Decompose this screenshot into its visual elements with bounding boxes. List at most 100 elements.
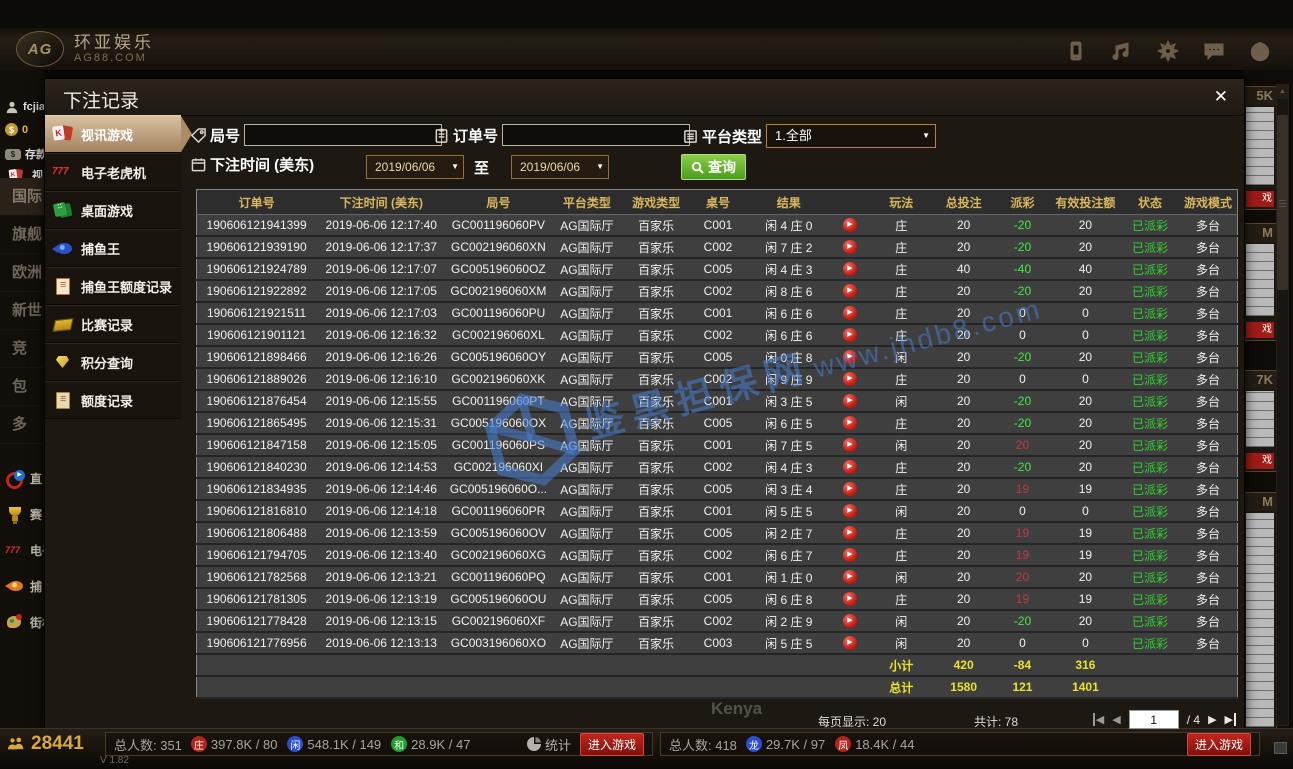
lobby-tab[interactable]: 多 (0, 406, 44, 444)
lobby-scrollbar[interactable]: ▲ (1276, 84, 1289, 726)
lobby-tab[interactable]: 国际 (0, 178, 44, 216)
video-play-icon[interactable] (843, 306, 857, 320)
video-play-icon[interactable] (843, 218, 857, 232)
chat-icon[interactable] (1203, 40, 1225, 62)
video-play-icon[interactable] (843, 548, 857, 562)
order-number-input[interactable] (502, 124, 690, 146)
video-play-icon[interactable] (843, 372, 857, 386)
cell-order-number: 190606121941399 (197, 215, 317, 237)
cell-order-number: 190606121921511 (197, 302, 317, 324)
column-header: 状态 (1121, 190, 1179, 215)
search-button[interactable]: 查询 (681, 154, 746, 180)
brand-domain: AG88.COM (74, 52, 154, 65)
cell-total-bet: 20 (932, 500, 994, 522)
lobby-game-item[interactable]: 街机 (0, 604, 44, 640)
dialog-menu-item[interactable]: 电子老虎机 (45, 153, 181, 191)
last-page-icon[interactable]: ▶ (1225, 713, 1236, 726)
dialog-menu-item[interactable]: 额度记录 (45, 381, 181, 419)
cell-payout: 20 (995, 566, 1050, 588)
video-play-icon[interactable] (843, 328, 857, 342)
cell-play-type: 庄 (870, 544, 932, 566)
deposit-row[interactable]: $ 存款 (5, 146, 44, 162)
dialog-menu-item[interactable]: 比赛记录 (45, 305, 181, 343)
cell-game-mode: 多台 (1179, 390, 1237, 412)
cell-game-mode: 多台 (1179, 215, 1237, 237)
settings-gear-icon[interactable] (1157, 40, 1179, 62)
scrollbar-thumb[interactable] (1277, 115, 1288, 290)
lobby-tab[interactable]: 竞 (0, 330, 44, 368)
cell-table-number: C001 (689, 434, 747, 456)
cell-table-number: C002 (689, 368, 747, 390)
total-row: 总计 1580 121 1401 (197, 676, 1238, 698)
date-to-picker[interactable]: 2019/06/06 ▼ (511, 155, 609, 179)
video-play-icon[interactable] (843, 592, 857, 606)
menu-item-label: 额度记录 (81, 391, 133, 410)
stats-toggle[interactable]: 统计 (527, 735, 571, 754)
enter-game-button[interactable]: 进入游戏 (580, 733, 644, 756)
video-play-icon[interactable] (843, 482, 857, 496)
dialog-menu-item[interactable]: 积分查询 (45, 343, 181, 381)
next-page-icon[interactable]: ▶ (1208, 713, 1216, 726)
lobby-game-item[interactable]: 捕 (0, 568, 44, 604)
roadmap-grid (1246, 513, 1274, 727)
enter-game-button[interactable]: 戏 (1246, 453, 1274, 469)
user-row[interactable]: fcjia (5, 100, 44, 114)
cell-order-number: 190606121889026 (197, 368, 317, 390)
enter-game-button[interactable]: 戏 (1246, 322, 1274, 338)
lobby-tab[interactable]: 欧洲 (0, 254, 44, 292)
dialog-menu-item[interactable]: 视讯游戏 (45, 115, 181, 153)
platform-type-select[interactable]: 1.全部 ▼ (766, 124, 936, 148)
lobby-tab[interactable]: 旗舰 (0, 216, 44, 254)
round-filter-label: 局号 (210, 125, 240, 146)
lobby-tab[interactable]: 新世 (0, 292, 44, 330)
date-from-picker[interactable]: 2019/06/06 ▼ (366, 155, 464, 179)
cell-valid-bet: 19 (1050, 478, 1121, 500)
video-play-icon[interactable] (843, 284, 857, 298)
dialog-menu-item[interactable]: 捕鱼王额度记录 (45, 267, 181, 305)
dialog-menu-item[interactable]: 桌面游戏 (45, 191, 181, 229)
lobby-game-item[interactable]: 电子 (0, 532, 44, 568)
cell-video (830, 434, 870, 456)
music-icon[interactable] (1111, 40, 1133, 62)
video-play-icon[interactable] (843, 460, 857, 474)
previous-page-icon[interactable]: ◀ (1112, 713, 1120, 726)
lobby-game-item[interactable]: 赛 (0, 496, 44, 532)
total-count-label: 共计: 78 (974, 713, 1018, 730)
dialog-menu-item[interactable]: 捕鱼王 (45, 229, 181, 267)
cell-round-number: GC001196060PV (446, 215, 550, 237)
game-table-card[interactable]: 7K 戏 (1243, 370, 1277, 472)
close-icon[interactable]: ✕ (1210, 85, 1232, 109)
video-play-icon[interactable] (843, 438, 857, 452)
game-table-card[interactable]: M (1243, 492, 1277, 728)
balance-row[interactable]: $ 0 (5, 123, 28, 136)
table-row: 190606121889026 2019-06-06 12:16:10 GC00… (197, 368, 1238, 390)
video-play-icon[interactable] (843, 504, 857, 518)
menu-item-icon (52, 163, 75, 181)
video-play-icon[interactable] (843, 416, 857, 430)
video-play-icon[interactable] (843, 526, 857, 540)
video-play-icon[interactable] (843, 350, 857, 364)
power-icon[interactable] (1249, 40, 1271, 62)
scroll-up-icon[interactable]: ▲ (1277, 85, 1288, 99)
video-play-icon[interactable] (843, 614, 857, 628)
game-table-card[interactable]: M 戏 (1243, 223, 1277, 341)
video-play-icon[interactable] (843, 240, 857, 254)
game-table-card[interactable]: 5K 戏 (1243, 86, 1277, 210)
enter-game-button[interactable]: 戏 (1246, 191, 1274, 207)
cell-valid-bet: 20 (1050, 390, 1121, 412)
video-play-icon[interactable] (843, 262, 857, 276)
video-play-icon[interactable] (843, 636, 857, 650)
menu-item-label: 积分查询 (81, 353, 133, 372)
mobile-icon[interactable] (1065, 40, 1087, 62)
enter-game-button[interactable]: 进入游戏 (1187, 733, 1251, 756)
page-number-input[interactable] (1129, 710, 1179, 729)
cell-payout: 0 (995, 302, 1050, 324)
round-number-input[interactable] (244, 124, 442, 146)
lobby-game-item[interactable]: 直 (0, 460, 44, 496)
cell-total-bet: 20 (932, 610, 994, 632)
video-play-icon[interactable] (843, 394, 857, 408)
cell-play-type: 庄 (870, 236, 932, 258)
lobby-tab[interactable]: 包 (0, 368, 44, 406)
video-play-icon[interactable] (843, 570, 857, 584)
first-page-icon[interactable]: ◀ (1093, 713, 1104, 726)
